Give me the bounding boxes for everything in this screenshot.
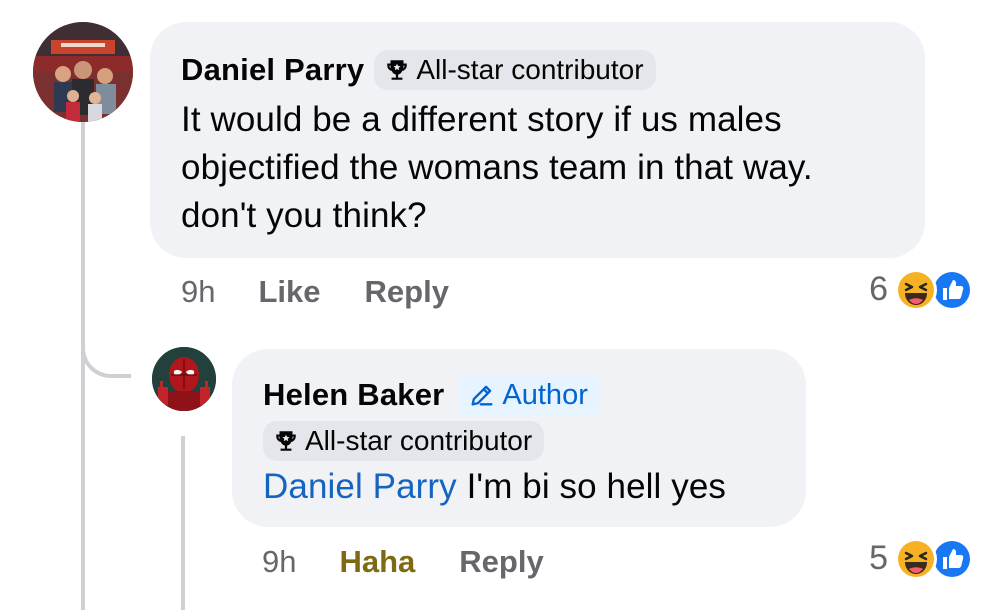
haha-reaction-icon	[895, 269, 937, 311]
comment-header: Daniel Parry All-star contributor	[181, 48, 895, 92]
haha-reaction-button[interactable]: Haha	[339, 544, 415, 580]
timestamp[interactable]: 9h	[262, 544, 296, 580]
comment-text: It would be a different story if us male…	[181, 100, 813, 235]
comment-header: Helen Baker Author	[263, 373, 776, 417]
badge-row: All-star contributor	[263, 419, 776, 463]
comment-actions: 9h Haha Reply	[262, 542, 588, 582]
reaction-count: 6	[869, 269, 888, 308]
thread-line	[81, 340, 85, 610]
reply-bubble: Helen Baker Author All-star contributor …	[232, 349, 806, 527]
avatar[interactable]	[152, 347, 216, 411]
reply-button[interactable]: Reply	[365, 274, 449, 310]
comment-thread: Daniel Parry All-star contributor It wou…	[0, 0, 1000, 610]
reaction-count: 5	[869, 538, 888, 577]
all-star-badge[interactable]: All-star contributor	[263, 421, 545, 461]
reply-thread-line	[181, 436, 185, 610]
reaction-summary[interactable]: 6	[858, 264, 984, 314]
thread-line	[81, 122, 85, 342]
reply-text: I'm bi so hell yes	[456, 467, 727, 506]
trophy-icon	[276, 431, 296, 451]
author-name[interactable]: Helen Baker	[263, 377, 444, 413]
timestamp[interactable]: 9h	[181, 274, 215, 310]
trophy-icon	[387, 60, 408, 80]
comment-bubble: Daniel Parry All-star contributor It wou…	[150, 22, 925, 258]
reaction-icons	[894, 533, 984, 583]
reply-button[interactable]: Reply	[459, 544, 543, 580]
author-badge[interactable]: Author	[458, 375, 600, 415]
avatar[interactable]	[33, 22, 133, 122]
haha-reaction-icon	[895, 538, 937, 580]
pencil-icon	[471, 385, 493, 406]
comment-actions: 9h Like Reply	[181, 272, 493, 312]
mention-link[interactable]: Daniel Parry	[263, 467, 457, 506]
author-badge-label: Author	[502, 378, 588, 411]
author-name[interactable]: Daniel Parry	[181, 52, 364, 88]
like-button[interactable]: Like	[258, 274, 320, 310]
thread-connector	[81, 322, 131, 378]
profile-photo	[152, 347, 216, 411]
profile-photo	[33, 22, 133, 122]
badge-label: All-star contributor	[305, 425, 533, 456]
reaction-summary[interactable]: 5	[858, 533, 984, 583]
all-star-badge[interactable]: All-star contributor	[374, 50, 656, 90]
reaction-icons	[894, 264, 984, 314]
badge-label: All-star contributor	[416, 54, 644, 85]
comment-text: Daniel Parry I'm bi so hell yes	[263, 463, 776, 511]
